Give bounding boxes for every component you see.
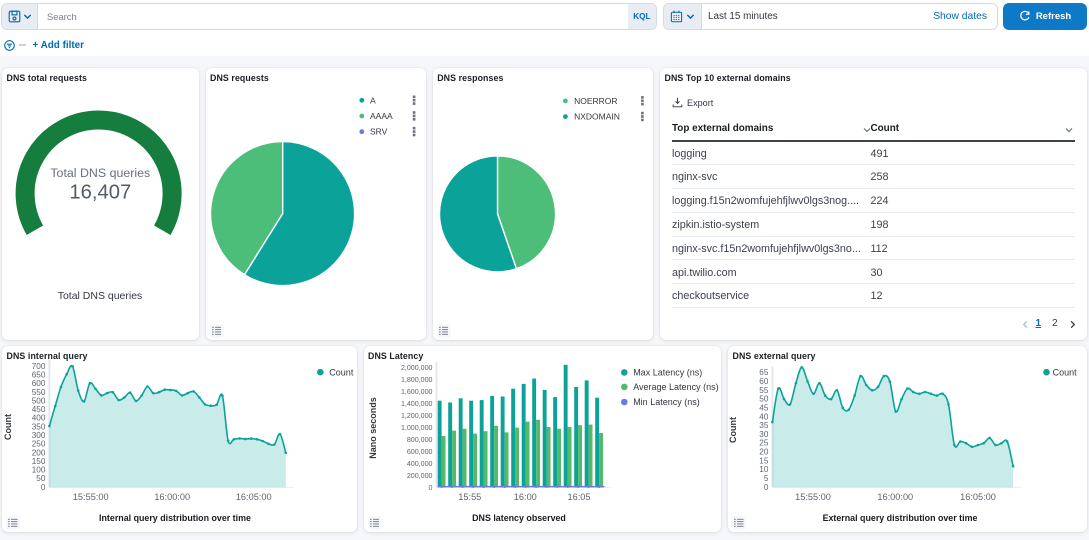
svg-text:400,000: 400,000	[406, 460, 432, 468]
svg-text:55: 55	[759, 386, 769, 395]
svg-text:30: 30	[759, 430, 769, 439]
svg-text:200,000: 200,000	[406, 472, 432, 480]
svg-text:1,400,000: 1,400,000	[400, 400, 432, 408]
svg-text:450: 450	[32, 405, 46, 414]
svg-text:500: 500	[32, 396, 46, 405]
svg-text:16:05: 16:05	[567, 492, 590, 502]
svg-text:0: 0	[41, 483, 46, 492]
svg-text:200: 200	[32, 448, 46, 457]
svg-text:15:55:00: 15:55:00	[795, 492, 831, 502]
svg-text:1,600,000: 1,600,000	[400, 388, 432, 396]
svg-text:Count: Count	[329, 367, 354, 377]
svg-text:16:05:00: 16:05:00	[960, 492, 996, 502]
svg-text:1,800,000: 1,800,000	[400, 376, 432, 384]
svg-text:Max Latency (ns): Max Latency (ns)	[633, 368, 702, 378]
svg-text:Total DNS queries: Total DNS queries	[50, 166, 150, 180]
svg-text:Count: Count	[1053, 367, 1078, 377]
svg-text:350: 350	[32, 422, 46, 431]
svg-text:300: 300	[32, 431, 46, 440]
svg-text:10: 10	[759, 465, 769, 474]
svg-text:16:00: 16:00	[513, 492, 536, 502]
svg-text:65: 65	[759, 368, 769, 377]
svg-text:150: 150	[32, 457, 46, 466]
svg-text:50: 50	[36, 474, 46, 483]
svg-text:600,000: 600,000	[406, 448, 432, 456]
svg-text:250: 250	[32, 440, 46, 449]
svg-text:40: 40	[759, 412, 769, 421]
svg-text:800,000: 800,000	[406, 436, 432, 444]
svg-text:400: 400	[32, 414, 46, 423]
svg-text:25: 25	[759, 439, 769, 448]
svg-text:Nano seconds: Nano seconds	[368, 397, 378, 459]
svg-text:0: 0	[428, 484, 432, 492]
svg-text:16:00:00: 16:00:00	[154, 492, 190, 502]
svg-text:0: 0	[764, 483, 769, 492]
svg-text:16,407: 16,407	[69, 182, 131, 204]
svg-text:5: 5	[764, 474, 769, 483]
svg-text:20: 20	[759, 448, 769, 457]
svg-text:600: 600	[32, 379, 46, 388]
svg-text:15: 15	[759, 456, 769, 465]
svg-text:2,000,000: 2,000,000	[400, 364, 432, 372]
svg-text:16:00:00: 16:00:00	[877, 492, 913, 502]
svg-text:Count: Count	[3, 414, 13, 440]
svg-text:1,200,000: 1,200,000	[400, 412, 432, 420]
svg-text:100: 100	[32, 466, 46, 475]
svg-text:50: 50	[759, 395, 769, 404]
svg-text:Min Latency (ns): Min Latency (ns)	[633, 397, 700, 407]
svg-text:15:55:00: 15:55:00	[73, 492, 109, 502]
svg-text:700: 700	[32, 362, 46, 371]
svg-text:35: 35	[759, 421, 769, 430]
svg-text:550: 550	[32, 388, 46, 397]
svg-text:60: 60	[759, 377, 769, 386]
svg-text:Count: Count	[728, 417, 738, 443]
svg-text:Average Latency (ns): Average Latency (ns)	[633, 382, 718, 392]
svg-text:16:05:00: 16:05:00	[236, 492, 272, 502]
svg-text:15:55: 15:55	[458, 492, 481, 502]
svg-text:650: 650	[32, 371, 46, 380]
svg-text:45: 45	[759, 403, 769, 412]
svg-text:1,000,000: 1,000,000	[400, 424, 432, 432]
